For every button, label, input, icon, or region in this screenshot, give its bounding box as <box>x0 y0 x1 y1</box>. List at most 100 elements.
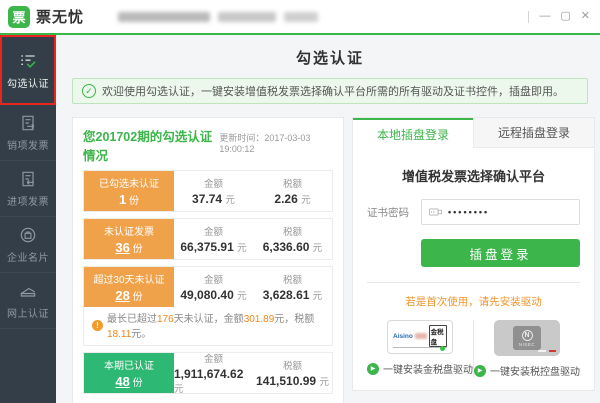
tax-value: 3,628.61 <box>262 288 310 302</box>
sidebar-item-sales-invoices[interactable]: 销项发票 <box>0 105 56 161</box>
stat-row-checked-uncertified: 已勾选未认证 1 份 金额 37.74 元 税额 2.26 元 <box>83 170 333 212</box>
unit-label: 元 <box>174 384 184 395</box>
sidebar-item-label: 企业名片 <box>7 253 49 264</box>
goldtax-driver-block: Aisino 金税盘 ▶ 一键安装金税盘驱动 <box>367 320 473 378</box>
count-link[interactable]: 36 <box>115 240 129 255</box>
redacted-bar <box>284 11 319 22</box>
sidebar-item-label: 销项发票 <box>7 141 49 152</box>
unit-label: 元 <box>312 243 323 254</box>
install-goldtax-driver-label: 一键安装金税盘驱动 <box>383 365 473 376</box>
sidebar-item-purchase-invoices[interactable]: 进项发票 <box>0 161 56 217</box>
logo-glyph: 票 <box>12 10 26 25</box>
sidebar-item-check-certification[interactable]: 勾选认证 <box>0 35 56 105</box>
amount-header: 金额 <box>203 275 223 286</box>
aisino-brand-label: Aisino <box>393 332 413 340</box>
device-led <box>440 345 445 351</box>
platform-title: 增值税发票选择确认平台 <box>401 169 545 184</box>
amount-header: 金额 <box>203 227 223 238</box>
minimize-button[interactable]: — <box>539 11 550 22</box>
amount-value: 49,080.40 <box>180 288 234 302</box>
unit-label: 元 <box>225 195 235 206</box>
scanner-icon <box>20 287 36 297</box>
tab-local-disk-login[interactable]: 本地插盘登录 <box>353 118 473 148</box>
device-mark <box>538 350 546 352</box>
welcome-banner-text: 欢迎使用勾选认证，一键安装增值税发票选择确认平台所需的所有驱动及证书控件，插盘即… <box>102 86 564 98</box>
login-panel: 本地插盘登录 远程插盘登录 增值税发票选择确认平台 证书密码 •••••••• … <box>352 117 595 391</box>
disk-login-button[interactable]: 插盘登录 <box>421 239 580 267</box>
stats-panel: 您201702期的勾选认证情况 更新时间：2017-03-03 19:00:12… <box>72 117 344 403</box>
sidebar-item-label: 进项发票 <box>7 197 49 208</box>
sidebar-item-online-certification[interactable]: 网上认证 <box>0 273 56 329</box>
stat-label-block: 本期已认证 48 份 <box>84 353 174 393</box>
amount-value: 66,375.91 <box>180 240 234 254</box>
unit-label: 元 <box>319 377 329 388</box>
tax-header: 税额 <box>282 361 302 372</box>
sidebar-item-label: 网上认证 <box>7 309 49 320</box>
redacted-bar <box>118 11 211 22</box>
sidebar: 勾选认证 销项发票 进项发票 企业名片 网上认证 <box>0 35 56 403</box>
count-unit: 份 <box>132 378 143 389</box>
redacted-serial <box>414 333 427 339</box>
install-taxcontrol-driver-label: 一键安装税控盘驱动 <box>490 367 580 378</box>
usb-key-icon <box>429 208 442 216</box>
amount-header: 金额 <box>203 354 223 365</box>
page-title: 勾选认证 <box>295 50 364 67</box>
tab-remote-disk-login[interactable]: 远程插盘登录 <box>473 118 594 148</box>
amount-value: 37.74 <box>192 192 223 206</box>
unit-label: 元 <box>237 291 247 302</box>
amount-value: 1,911,674.62 <box>174 367 244 381</box>
checklist-icon <box>21 54 36 68</box>
stat-label-block: 已勾选未认证 1 份 <box>84 171 174 211</box>
maximize-button[interactable]: ▢ <box>560 11 570 22</box>
invoice-in-icon <box>22 171 34 187</box>
app-window: 票 票无忧 — ▢ ✕ 勾选认证 销项发票 进项发票 企业名片 网上认证 勾选认… <box>0 0 600 403</box>
invoice-out-icon <box>22 115 35 131</box>
tax-header: 税额 <box>282 179 302 190</box>
count-link[interactable]: 28 <box>115 288 129 303</box>
overdue-warning-text: 最长已超过176天未认证，金额301.89元，税额18.11元。 <box>107 314 315 340</box>
app-title: 票无忧 <box>36 9 85 26</box>
taxcontrol-device-image: N NISEC <box>494 320 560 356</box>
play-circle-icon: ▶ <box>367 362 379 375</box>
install-taxcontrol-driver-button[interactable]: ▶ 一键安装税控盘驱动 <box>474 363 580 378</box>
taxcontrol-driver-block: N NISEC ▶ 一键安装税控盘驱动 <box>474 320 580 378</box>
stat-row-uncertified: 未认证发票 36 份 金额 66,375.91 元 税额 6,336.60 元 <box>83 218 333 260</box>
cert-password-field[interactable] <box>421 199 580 225</box>
tax-value: 2.26 <box>274 192 298 206</box>
stat-row-certified: 本期已认证 48 份 金额 1,911,674.62 元 税额 141,510.99… <box>83 352 333 395</box>
stat-count: 1 <box>118 192 127 207</box>
overdue-warning: ! 最长已超过176天未认证，金额301.89元，税额18.11元。 <box>84 307 332 345</box>
close-button[interactable]: ✕ <box>581 11 590 22</box>
titlebar: 票 票无忧 — ▢ ✕ <box>0 0 600 33</box>
tax-value: 141,510.99 <box>256 374 317 388</box>
sidebar-item-company-card[interactable]: 企业名片 <box>0 217 56 273</box>
stat-label: 本期已认证 <box>104 361 154 372</box>
device-mark-red <box>549 350 556 352</box>
count-unit: 份 <box>132 244 143 255</box>
stat-label: 已勾选未认证 <box>99 179 159 190</box>
stat-row-overdue-30days: 超过30天未认证 28 份 金额 49,080.40 元 税额 3,628.61 元… <box>83 266 333 346</box>
tax-header: 税额 <box>282 275 302 286</box>
stat-label: 未认证发票 <box>104 227 154 238</box>
count-link[interactable]: 48 <box>115 374 129 389</box>
amount-header: 金额 <box>203 179 223 190</box>
update-time: 更新时间：2017-03-03 19:00:12 <box>219 133 311 154</box>
section-divider <box>367 282 580 283</box>
app-logo-icon: 票 <box>8 5 30 28</box>
window-controls: — ▢ ✕ <box>528 10 590 23</box>
login-tabs: 本地插盘登录 远程插盘登录 <box>353 118 594 148</box>
first-use-hint: 若是首次使用，请先安装驱动 <box>405 296 542 308</box>
controls-separator <box>528 10 530 23</box>
install-goldtax-driver-button[interactable]: ▶ 一键安装金税盘驱动 <box>367 361 473 376</box>
play-circle-icon: ▶ <box>474 364 486 377</box>
unit-label: 元 <box>312 291 323 302</box>
redacted-bar <box>218 11 277 22</box>
tax-header: 税额 <box>282 227 302 238</box>
nisec-logo-icon: N <box>521 329 533 341</box>
unit-label: 元 <box>237 243 247 254</box>
sidebar-item-label: 勾选认证 <box>7 78 49 90</box>
cert-password-input[interactable] <box>448 207 572 217</box>
stats-heading: 您201702期的勾选认证情况 <box>83 130 213 163</box>
tax-value: 6,336.60 <box>262 240 310 254</box>
goldtax-device-image: Aisino 金税盘 <box>387 320 453 354</box>
